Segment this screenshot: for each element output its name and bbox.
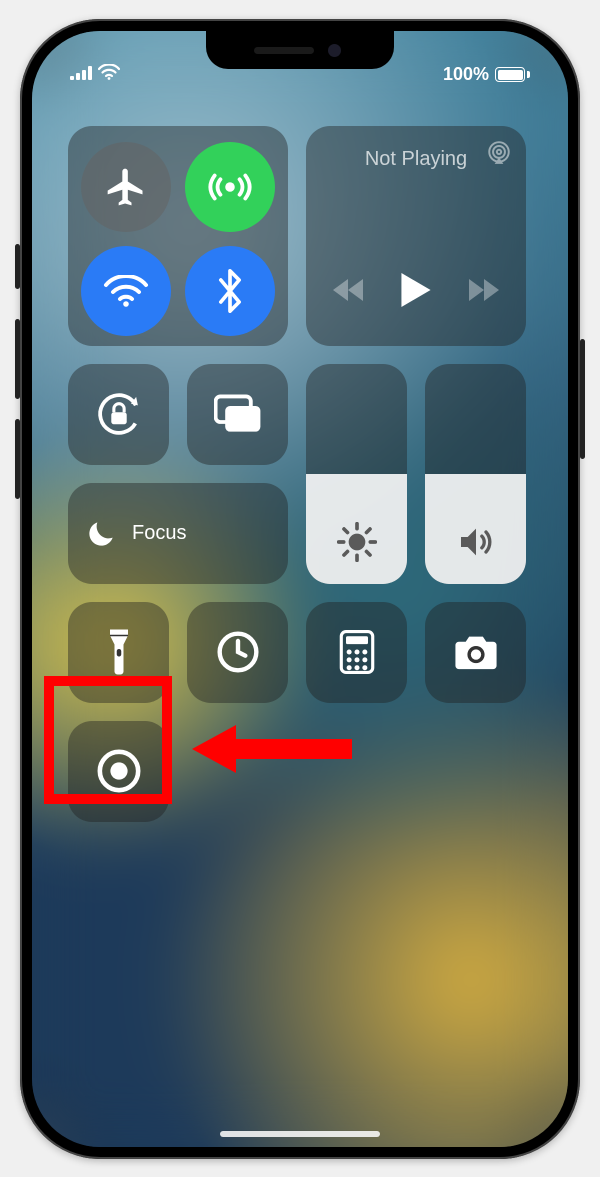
volume-slider[interactable] [425, 364, 526, 584]
power-button [580, 339, 585, 459]
focus-button[interactable]: Focus [68, 483, 288, 584]
iphone-frame: 100% [20, 19, 580, 1159]
next-track-button[interactable] [469, 279, 499, 306]
connectivity-group [68, 126, 288, 346]
prev-track-icon [333, 279, 363, 301]
screen-mirroring-icon [214, 394, 262, 434]
rotation-lock-button[interactable] [68, 364, 169, 465]
bluetooth-button[interactable] [185, 246, 275, 336]
screen-record-button[interactable] [68, 721, 169, 822]
rotation-lock-icon [95, 390, 143, 438]
volume-up-button [15, 319, 20, 399]
control-center: Not Playing [32, 31, 568, 1147]
play-button[interactable] [401, 273, 431, 312]
brightness-slider[interactable] [306, 364, 407, 584]
airplane-icon [104, 165, 148, 209]
play-icon [401, 273, 431, 307]
home-indicator[interactable] [220, 1131, 380, 1137]
airplane-mode-button[interactable] [81, 142, 171, 232]
bluetooth-icon [217, 269, 243, 313]
media-title: Not Playing [365, 148, 467, 171]
screen-mirroring-button[interactable] [187, 364, 288, 465]
wifi-button[interactable] [81, 246, 171, 336]
wifi-icon [103, 275, 149, 307]
wifi-status-icon [98, 64, 120, 85]
cellular-data-button[interactable] [185, 142, 275, 232]
moon-icon [86, 517, 118, 549]
airplay-icon[interactable] [486, 140, 512, 171]
cellular-signal-icon [70, 64, 92, 85]
volume-icon [456, 522, 496, 562]
notch [206, 31, 394, 69]
screen-record-icon [96, 748, 142, 794]
next-track-icon [469, 279, 499, 301]
volume-down-button [15, 419, 20, 499]
ringer-switch [15, 244, 20, 289]
calculator-icon [339, 630, 375, 674]
calculator-button[interactable] [306, 602, 407, 703]
antenna-icon [207, 164, 253, 210]
battery-percentage: 100% [443, 64, 489, 85]
timer-button[interactable] [187, 602, 288, 703]
timer-icon [216, 630, 260, 674]
media-controls-group[interactable]: Not Playing [306, 126, 526, 346]
flashlight-button[interactable] [68, 602, 169, 703]
flashlight-icon [107, 629, 131, 675]
prev-track-button[interactable] [333, 279, 363, 306]
battery-icon [495, 67, 530, 82]
focus-label: Focus [132, 522, 186, 545]
brightness-icon [337, 522, 377, 562]
camera-button[interactable] [425, 602, 526, 703]
screen: 100% [32, 31, 568, 1147]
camera-icon [452, 632, 500, 672]
